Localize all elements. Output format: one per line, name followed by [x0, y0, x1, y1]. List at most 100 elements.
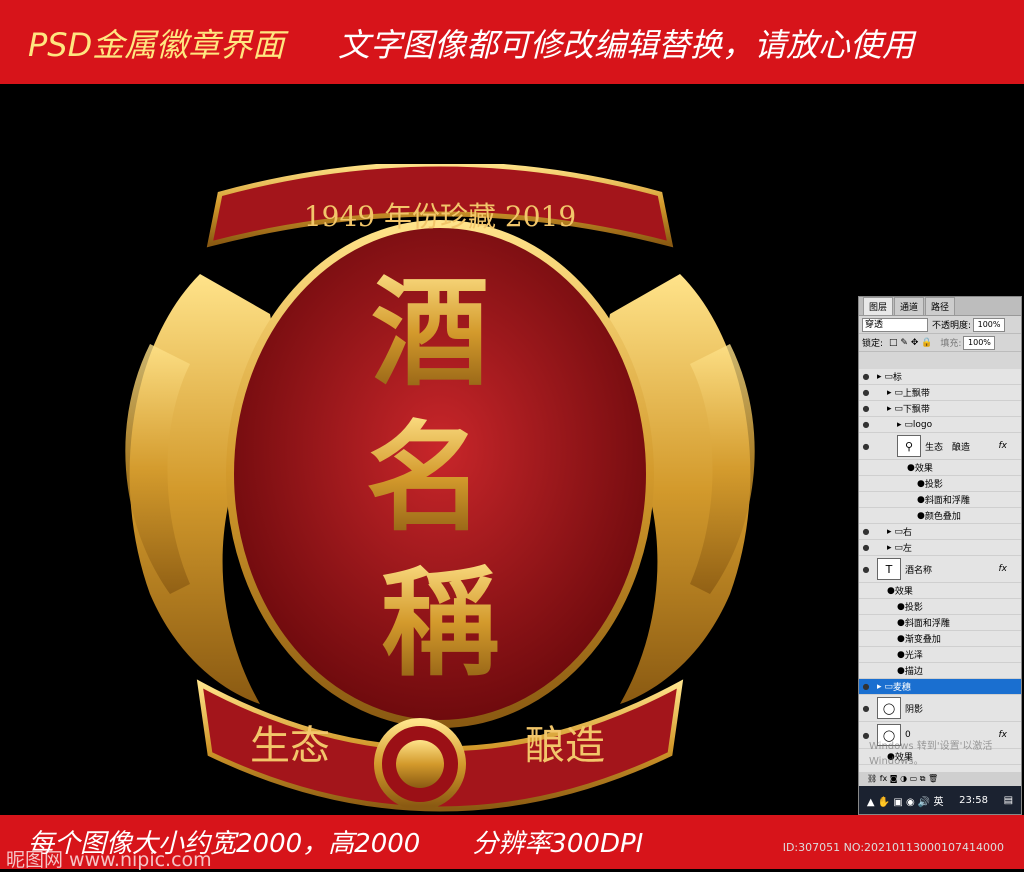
effect-eye-icon[interactable]: ● [887, 586, 895, 596]
title-char-1: 酒 [371, 263, 489, 402]
layer-row[interactable]: ● ▸ ▭ 上飘带 [859, 385, 1021, 401]
effect-eye-icon[interactable]: ● [917, 511, 925, 521]
layer-thumbnail-icon: T [877, 558, 901, 580]
fill-label: 填充: [940, 339, 962, 349]
effect-eye-icon[interactable]: ● [897, 666, 905, 676]
panel-bottom-toolbar[interactable]: ⛓ fx ◙ ◑ ▭ ⧉ 🗑 [859, 772, 1021, 786]
folder-icon[interactable]: ▸ ▭ [877, 682, 893, 692]
layer-row[interactable]: ● 光泽 [859, 647, 1021, 663]
tab-channels[interactable]: 通道 [894, 297, 925, 315]
folder-icon[interactable]: ▸ ▭ [887, 543, 903, 553]
tab-layers[interactable]: 图层 [863, 297, 894, 315]
layer-name: 下飘带 [902, 405, 930, 415]
layer-row[interactable]: ● ▸ ▭ 麦穗 [859, 679, 1021, 695]
top-banner-right-text: 文字图像都可修改编辑替换，请放心使用 [338, 26, 915, 64]
layer-row[interactable]: ● 效果 [859, 460, 1021, 476]
eye-icon[interactable]: ● [859, 372, 873, 381]
year-ribbon-text: 1949 年份珍藏 2019 [304, 200, 576, 233]
effect-eye-icon[interactable]: ● [897, 634, 905, 644]
top-banner: PSD金属徽章界面 文字图像都可修改编辑替换，请放心使用 [0, 0, 1024, 84]
tray-icons[interactable]: ▲ ✋ ▣ ◉ 🔊 英 [867, 793, 944, 808]
layer-thumbnail-icon: ⚲ [897, 435, 921, 457]
layer-name: 投影 [924, 480, 943, 490]
layer-row[interactable]: ● ⚲ 生态 酿造 fx [859, 433, 1021, 460]
layer-row[interactable]: ● 渐变叠加 [859, 631, 1021, 647]
top-banner-left-text: PSD金属徽章界面 [28, 26, 285, 64]
layer-row[interactable]: ● 效果 [859, 583, 1021, 599]
effect-eye-icon[interactable]: ● [917, 479, 925, 489]
layer-name: 斜面和浮雕 [924, 496, 970, 506]
layer-row[interactable]: ● ▸ ▭ 右 [859, 524, 1021, 540]
metal-badge: 1949 年份珍藏 2019 酒 名 稱 生态 酿造 [125, 164, 755, 812]
lock-icons[interactable]: □ ✎ ✥ 🔒 [889, 338, 932, 348]
layers-panel: 图层 通道 路径 穿透 不透明度: 100% 锁定: □ ✎ ✥ 🔒 填充: 1… [858, 296, 1022, 815]
layer-name: 效果 [914, 464, 933, 474]
effect-eye-icon[interactable]: ● [897, 602, 905, 612]
layer-row[interactable]: ● ▸ ▭ 标 [859, 369, 1021, 385]
eye-icon[interactable]: ● [859, 420, 873, 429]
layer-row[interactable]: ● ▸ ▭ 下飘带 [859, 401, 1021, 417]
eye-icon[interactable]: ● [859, 442, 873, 451]
notification-icon[interactable]: ▤ [1004, 795, 1013, 806]
site-watermark: 昵图网 www.nipic.com [6, 849, 212, 871]
eye-icon[interactable]: ● [859, 388, 873, 397]
layer-name: 颜色叠加 [924, 512, 961, 522]
folder-icon[interactable]: ▸ ▭ [897, 420, 913, 430]
layer-name: 斜面和浮雕 [904, 619, 950, 629]
layer-name: 麦穗 [892, 683, 911, 693]
eye-icon[interactable]: ● [859, 543, 873, 552]
layer-name: 生态 酿造 [925, 442, 971, 453]
eye-icon[interactable]: ● [859, 404, 873, 413]
title-char-3: 稱 [381, 553, 499, 692]
layer-row[interactable]: ● ◯ 阴影 [859, 695, 1021, 722]
fx-icon[interactable]: fx [999, 564, 1008, 574]
layer-row[interactable]: ● 投影 [859, 476, 1021, 492]
blend-row: 穿透 不透明度: 100% [859, 316, 1021, 334]
lock-row: 锁定: □ ✎ ✥ 🔒 填充: 100% [859, 334, 1021, 352]
layer-row[interactable]: ● 投影 [859, 599, 1021, 615]
layer-row[interactable]: ● 斜面和浮雕 [859, 492, 1021, 508]
effect-eye-icon[interactable]: ● [907, 463, 915, 473]
clock: 23:58 [959, 794, 988, 806]
opacity-input[interactable]: 100% [973, 317, 1006, 332]
folder-icon[interactable]: ▸ ▭ [887, 404, 903, 414]
eye-icon[interactable]: ● [859, 682, 873, 691]
bottom-right-text: 酿造 [525, 723, 605, 769]
folder-icon[interactable]: ▸ ▭ [887, 527, 903, 537]
tab-paths[interactable]: 路径 [925, 297, 956, 315]
bottom-banner: 每个图像大小约宽2000，高2000 分辨率300DPI 昵图网 www.nip… [0, 815, 1024, 871]
layer-row[interactable]: ● ▸ ▭ 左 [859, 540, 1021, 556]
eye-icon[interactable]: ● [859, 565, 873, 574]
windows-watermark: Windows 转到'设置'以激活 Windows。 [869, 741, 993, 767]
folder-icon[interactable]: ▸ ▭ [887, 388, 903, 398]
title-char-2: 名 [366, 408, 484, 547]
layers-list: ● ▸ ▭ 标 ● ▸ ▭ 上飘带 ● ▸ ▭ 下飘带 ● ▸ ▭ logo ● ⚲ 生态 酿造 fx… [859, 369, 1021, 787]
layer-name: 光泽 [904, 651, 923, 661]
medallion-figure [396, 740, 444, 788]
layer-name: 上飘带 [902, 389, 930, 399]
fx-icon[interactable]: fx [999, 441, 1008, 451]
layer-name: 酒名称 [905, 565, 933, 576]
fill-input[interactable]: 100% [963, 335, 996, 350]
layer-row[interactable]: ● 斜面和浮雕 [859, 615, 1021, 631]
effect-eye-icon[interactable]: ● [897, 618, 905, 628]
opacity-label: 不透明度: [932, 321, 972, 331]
effect-eye-icon[interactable]: ● [917, 495, 925, 505]
eye-icon[interactable]: ● [859, 704, 873, 713]
layer-row[interactable]: ● ▸ ▭ logo [859, 417, 1021, 433]
layer-name: 阴影 [905, 704, 924, 715]
layer-name: 描边 [904, 667, 923, 677]
blend-mode-select[interactable]: 穿透 [862, 317, 928, 332]
layer-name: 投影 [904, 603, 923, 613]
layer-name: 效果 [894, 587, 913, 597]
folder-icon[interactable]: ▸ ▭ [877, 372, 893, 382]
eye-icon[interactable]: ● [859, 527, 873, 536]
layer-name: 左 [902, 544, 912, 554]
layer-thumbnail-icon: ◯ [877, 697, 901, 719]
lock-label: 锁定: [862, 339, 884, 349]
effect-eye-icon[interactable]: ● [897, 650, 905, 660]
layer-row[interactable]: ● T 酒名称 fx [859, 556, 1021, 583]
taskbar: ▲ ✋ ▣ ◉ 🔊 英 23:58 ▤ [859, 786, 1021, 814]
layer-row[interactable]: ● 颜色叠加 [859, 508, 1021, 524]
layer-row[interactable]: ● 描边 [859, 663, 1021, 679]
